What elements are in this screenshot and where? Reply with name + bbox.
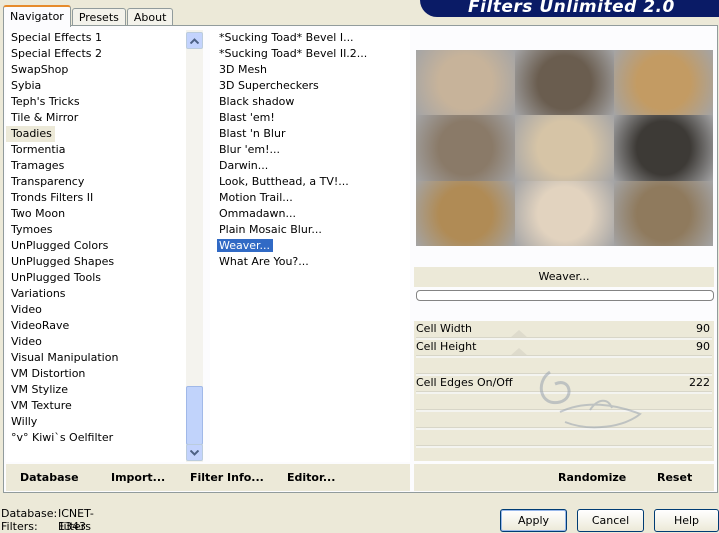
category-item[interactable]: Teph's Tricks: [6, 94, 203, 110]
cancel-button[interactable]: Cancel: [577, 509, 644, 532]
filter-item[interactable]: Motion Trail...: [210, 190, 410, 206]
tab-navigator[interactable]: Navigator: [3, 5, 71, 27]
category-item[interactable]: Willy: [6, 414, 203, 430]
category-item[interactable]: UnPlugged Colors: [6, 238, 203, 254]
category-item[interactable]: Video: [6, 302, 203, 318]
chevron-up-icon: [190, 37, 199, 44]
category-item[interactable]: Video: [6, 334, 203, 350]
category-item[interactable]: VM Texture: [6, 398, 203, 414]
control-label: Cell Width: [416, 322, 473, 335]
status-database: Database: ICNET-Filters: [1, 507, 94, 533]
watermark-logo: [539, 370, 642, 429]
filter-item-selected[interactable]: Weaver...: [210, 238, 410, 254]
category-item[interactable]: Sybia: [6, 78, 203, 94]
category-item[interactable]: Tile & Mirror: [6, 110, 203, 126]
category-list[interactable]: Special Effects 1 Special Effects 2 Swap…: [6, 30, 203, 462]
filter-item[interactable]: 3D Mesh: [210, 62, 410, 78]
scroll-up-button[interactable]: [186, 32, 203, 49]
filter-item[interactable]: Look, Butthead, a TV!...: [210, 174, 410, 190]
category-item[interactable]: UnPlugged Shapes: [6, 254, 203, 270]
preview-tile: [614, 50, 713, 116]
preview-tile: [515, 180, 614, 246]
filter-item[interactable]: 3D Supercheckers: [210, 78, 410, 94]
filter-item[interactable]: Darwin...: [210, 158, 410, 174]
filter-item[interactable]: Ommadawn...: [210, 206, 410, 222]
category-item[interactable]: Two Moon: [6, 206, 203, 222]
filter-info-command[interactable]: Filter Info...: [190, 471, 264, 484]
status-filters: Filters: 1343: [1, 520, 86, 533]
category-item[interactable]: VM Stylize: [6, 382, 203, 398]
category-item[interactable]: Tormentia: [6, 142, 203, 158]
import-command[interactable]: Import...: [111, 471, 165, 484]
control-label: Cell Height: [416, 340, 477, 353]
control-row-cell-width[interactable]: Cell Width 90: [416, 321, 712, 336]
preview-tile: [515, 115, 614, 181]
filter-item[interactable]: Blast 'n Blur: [210, 126, 410, 142]
apply-button[interactable]: Apply: [500, 509, 567, 532]
filter-item[interactable]: Plain Mosaic Blur...: [210, 222, 410, 238]
database-command[interactable]: Database: [20, 471, 79, 484]
category-item[interactable]: SwapShop: [6, 62, 203, 78]
reset-button[interactable]: Reset: [657, 471, 692, 484]
category-item[interactable]: °v° Kiwi`s Oelfilter: [6, 430, 203, 446]
status-area: Database: ICNET-Filters Filters: 1343: [1, 507, 94, 533]
chevron-down-icon: [190, 449, 199, 456]
category-scrollbar[interactable]: [186, 30, 203, 462]
control-value: 90: [696, 322, 710, 335]
tab-presets[interactable]: Presets: [71, 8, 126, 26]
list-command-bar: Database Import... Filter Info... Editor…: [6, 464, 410, 491]
control-label: Cell Edges On/Off: [416, 376, 513, 389]
scroll-down-button[interactable]: [186, 444, 203, 461]
filter-item[interactable]: *Sucking Toad* Bevel I...: [210, 30, 410, 46]
category-item[interactable]: Special Effects 1: [6, 30, 203, 46]
selected-filter-label: Weaver...: [217, 239, 274, 252]
preview-tile: [515, 50, 614, 116]
category-item[interactable]: Visual Manipulation: [6, 350, 203, 366]
preview-command-bar: Randomize Reset: [414, 464, 714, 491]
category-item[interactable]: Tramages: [6, 158, 203, 174]
help-button[interactable]: Help: [654, 509, 719, 532]
header-title: Filters Unlimited 2.0: [468, 0, 675, 17]
preview-tile: [614, 115, 713, 181]
category-item[interactable]: Tymoes: [6, 222, 203, 238]
category-item-selected[interactable]: Toadies: [6, 126, 55, 142]
header-banner: Filters Unlimited 2.0: [420, 0, 719, 17]
preview-tile: [416, 50, 515, 116]
slider-track[interactable]: [416, 445, 712, 448]
control-value: 90: [696, 340, 710, 353]
status-filters-value: 1343: [58, 520, 86, 533]
randomize-button[interactable]: Randomize: [558, 471, 626, 484]
preview-filter-name: Weaver...: [414, 267, 714, 287]
preview-image: [416, 50, 713, 246]
category-item[interactable]: Special Effects 2: [6, 46, 203, 62]
progress-bar: [416, 290, 714, 301]
filter-item[interactable]: Blur 'em!...: [210, 142, 410, 158]
category-item[interactable]: Tronds Filters II: [6, 190, 203, 206]
category-item[interactable]: Variations: [6, 286, 203, 302]
editor-command[interactable]: Editor...: [287, 471, 335, 484]
category-item[interactable]: Transparency: [6, 174, 203, 190]
preview-tile: [614, 180, 713, 246]
preview-tile: [416, 180, 515, 246]
category-item[interactable]: VM Distortion: [6, 366, 203, 382]
tab-about[interactable]: About: [126, 8, 174, 26]
control-value: 222: [689, 376, 710, 389]
category-item[interactable]: VideoRave: [6, 318, 203, 334]
filter-item[interactable]: What Are You?...: [210, 254, 410, 270]
filter-item[interactable]: Blast 'em!: [210, 110, 410, 126]
preview-tile: [416, 115, 515, 181]
filter-list[interactable]: *Sucking Toad* Bevel I... *Sucking Toad*…: [210, 30, 410, 462]
tab-strip: Navigator Presets About: [3, 5, 174, 27]
filter-item[interactable]: Black shadow: [210, 94, 410, 110]
status-filters-label: Filters:: [1, 520, 38, 533]
status-database-label: Database:: [1, 507, 58, 520]
filter-item[interactable]: *Sucking Toad* Bevel II.2...: [210, 46, 410, 62]
category-item[interactable]: UnPlugged Tools: [6, 270, 203, 286]
scroll-thumb[interactable]: [186, 386, 203, 445]
